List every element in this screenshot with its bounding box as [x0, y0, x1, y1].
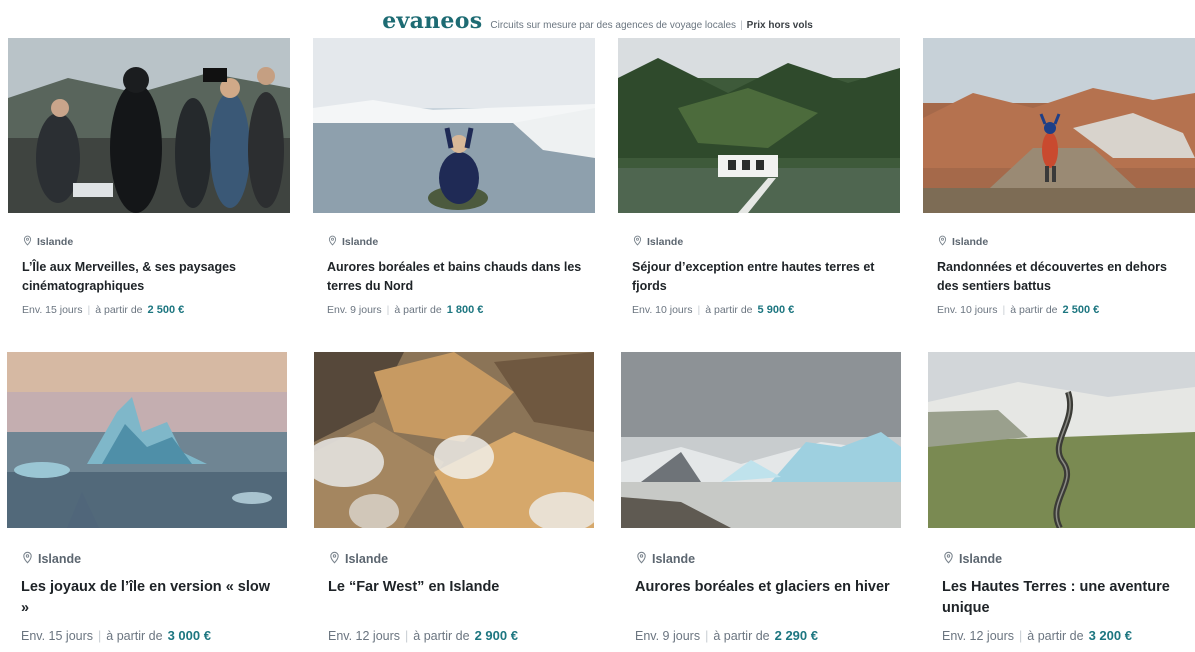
card-location: Islande [937, 235, 1187, 249]
location-pin-icon [328, 551, 341, 567]
trip-card[interactable]: Islande Les joyaux de l’île en version «… [7, 352, 287, 652]
info-divider: | [1019, 629, 1023, 643]
trip-card[interactable]: Islande Les Hautes Terres : une aventure… [928, 352, 1195, 652]
card-price: 2 500 € [147, 304, 185, 316]
card-title[interactable]: L’Île aux Merveilles, & ses paysages cin… [22, 258, 282, 296]
card-info: Env. 9 jours | à partir de 1 800 € [327, 304, 587, 316]
trip-card[interactable]: Islande Aurores boréales et bains chauds… [313, 38, 595, 326]
card-duration: Env. 12 jours [942, 629, 1015, 643]
card-title[interactable]: Randonnées et découvertes en dehors des … [937, 258, 1187, 296]
info-divider: | [98, 629, 102, 643]
card-info: Env. 12 jours | à partir de 3 200 € [942, 628, 1187, 643]
location-pin-icon [942, 551, 955, 567]
card-title[interactable]: Aurores boréales et bains chauds dans le… [327, 258, 587, 296]
card-duration: Env. 10 jours [632, 304, 693, 316]
evaneos-logo[interactable]: evaneos [382, 8, 482, 34]
trip-card[interactable]: Islande L’Île aux Merveilles, & ses pays… [8, 38, 290, 326]
card-duration: Env. 12 jours [328, 629, 401, 643]
trip-photo-glacier-lagoon[interactable] [621, 352, 901, 528]
info-divider: | [1002, 304, 1006, 316]
header-separator: | [740, 20, 743, 31]
card-price: 2 900 € [474, 628, 518, 643]
header-price-note: Prix hors vols [746, 20, 813, 31]
card-price-prefix: à partir de [1027, 629, 1084, 643]
card-info: Env. 12 jours | à partir de 2 900 € [328, 628, 586, 643]
card-price: 2 290 € [774, 628, 818, 643]
info-divider: | [405, 629, 409, 643]
location-pin-icon [21, 551, 34, 567]
card-price-prefix: à partir de [394, 304, 442, 316]
trip-photo-fjord[interactable] [313, 38, 595, 213]
card-info: Env. 9 jours | à partir de 2 290 € [635, 628, 893, 643]
card-info: Env. 15 jours | à partir de 2 500 € [22, 304, 282, 316]
card-country: Islande [37, 236, 74, 248]
card-location: Islande [21, 551, 279, 567]
card-duration: Env. 15 jours [21, 629, 94, 643]
card-duration: Env. 10 jours [937, 304, 998, 316]
card-price: 3 000 € [167, 628, 211, 643]
card-location: Islande [635, 551, 893, 567]
trip-card[interactable]: Islande Randonnées et découvertes en deh… [923, 38, 1195, 326]
card-title[interactable]: Aurores boréales et glaciers en hiver [635, 577, 893, 598]
location-pin-icon [22, 235, 33, 249]
card-title[interactable]: Les joyaux de l’île en version « slow » [21, 577, 279, 619]
card-country: Islande [652, 552, 696, 566]
trip-photo-iceberg[interactable] [7, 352, 287, 528]
location-pin-icon [327, 235, 338, 249]
trip-photo-hiker[interactable] [923, 38, 1195, 213]
card-country: Islande [959, 552, 1003, 566]
card-country: Islande [345, 552, 389, 566]
card-price: 1 800 € [446, 304, 484, 316]
card-price-prefix: à partir de [95, 304, 143, 316]
card-price-prefix: à partir de [713, 629, 770, 643]
card-location: Islande [327, 235, 587, 249]
trip-photo-hot-pool[interactable] [618, 38, 900, 213]
card-info: Env. 10 jours | à partir de 5 900 € [632, 304, 892, 316]
card-location: Islande [942, 551, 1187, 567]
card-price: 5 900 € [757, 304, 795, 316]
card-title[interactable]: Le “Far West” en Islande [328, 577, 586, 598]
card-price-prefix: à partir de [413, 629, 470, 643]
card-country: Islande [38, 552, 82, 566]
card-title[interactable]: Les Hautes Terres : une aventure unique [942, 577, 1187, 619]
card-duration: Env. 9 jours [635, 629, 701, 643]
card-price: 2 500 € [1062, 304, 1100, 316]
info-divider: | [87, 304, 91, 316]
card-duration: Env. 9 jours [327, 304, 382, 316]
card-location: Islande [632, 235, 892, 249]
trip-card[interactable]: Islande Le “Far West” en Islande Env. 12… [314, 352, 594, 652]
trip-photo-film-crew[interactable] [8, 38, 290, 213]
card-location: Islande [328, 551, 586, 567]
info-divider: | [705, 629, 709, 643]
info-divider: | [697, 304, 701, 316]
card-price-prefix: à partir de [1010, 304, 1058, 316]
card-country: Islande [647, 236, 684, 248]
trip-card[interactable]: Islande Séjour d’exception entre hautes … [618, 38, 900, 326]
trip-photo-highland-road[interactable] [928, 352, 1195, 528]
location-pin-icon [632, 235, 643, 249]
card-price: 3 200 € [1088, 628, 1132, 643]
card-title[interactable]: Séjour d’exception entre hautes terres e… [632, 258, 892, 296]
header-tagline: Circuits sur mesure par des agences de v… [490, 20, 737, 31]
trip-photo-mountains-steam[interactable] [314, 352, 594, 528]
site-header: evaneos Circuits sur mesure par des agen… [0, 8, 1195, 34]
card-country: Islande [342, 236, 379, 248]
card-price-prefix: à partir de [705, 304, 753, 316]
card-info: Env. 15 jours | à partir de 3 000 € [21, 628, 279, 643]
card-info: Env. 10 jours | à partir de 2 500 € [937, 304, 1187, 316]
trip-card[interactable]: Islande Aurores boréales et glaciers en … [621, 352, 901, 652]
location-pin-icon [635, 551, 648, 567]
card-location: Islande [22, 235, 282, 249]
card-price-prefix: à partir de [106, 629, 163, 643]
card-country: Islande [952, 236, 989, 248]
info-divider: | [386, 304, 390, 316]
card-duration: Env. 15 jours [22, 304, 83, 316]
location-pin-icon [937, 235, 948, 249]
